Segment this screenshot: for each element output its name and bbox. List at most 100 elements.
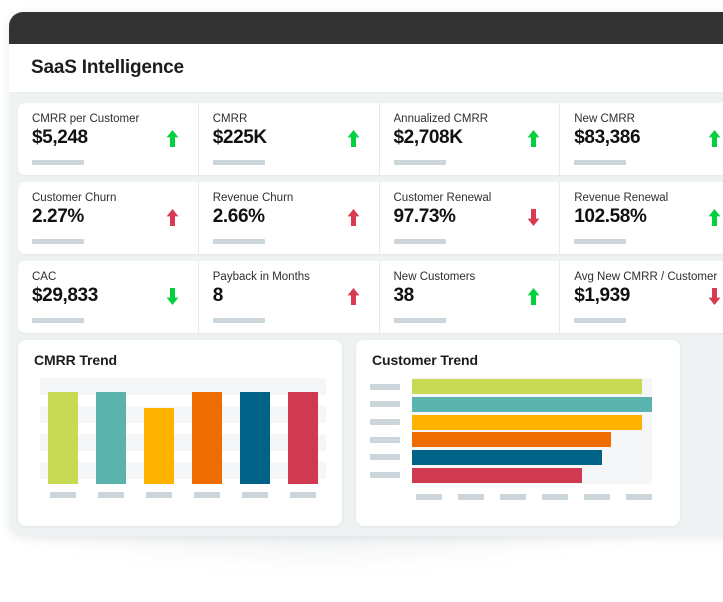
kpi-label: CAC xyxy=(32,271,57,283)
bar-row xyxy=(370,414,652,430)
axis-tick-label xyxy=(370,436,400,443)
customer-trend-bars xyxy=(370,378,652,484)
kpi-placeholder-bar xyxy=(32,239,84,244)
axis-tick-label xyxy=(240,492,270,498)
bar-slot xyxy=(96,378,126,484)
kpi-value-row: 97.73% xyxy=(394,206,546,228)
page-title: SaaS Intelligence xyxy=(31,57,184,78)
kpi-placeholder-bar xyxy=(574,160,627,165)
kpi-value-row: 8 xyxy=(213,285,365,307)
kpi-value-row: $5,248 xyxy=(32,127,184,149)
kpi-card[interactable]: Revenue Churn 2.66% xyxy=(197,182,379,254)
kpi-label: Annualized CMRR xyxy=(393,113,489,125)
dashboard-window: SaaS Intelligence CMRR per Customer $5,24… xyxy=(9,12,723,536)
kpi-value: $225K xyxy=(212,127,267,148)
axis-tick-label xyxy=(416,494,442,500)
trend-up-arrow-icon xyxy=(346,208,361,227)
kpi-value: 38 xyxy=(393,285,415,306)
bar[interactable] xyxy=(96,391,126,484)
customer-trend-axis-labels xyxy=(416,488,652,506)
kpi-label: CMRR per Customer xyxy=(32,113,140,125)
trend-down-arrow-icon xyxy=(165,287,180,306)
bar[interactable] xyxy=(240,391,270,484)
bar[interactable] xyxy=(192,391,222,484)
bar[interactable] xyxy=(288,391,318,484)
kpi-value-row: 38 xyxy=(394,285,546,307)
cmrr-trend-axis-labels xyxy=(40,487,326,503)
kpi-value: $29,833 xyxy=(32,285,98,306)
kpi-label: Revenue Renewal xyxy=(574,192,669,204)
kpi-placeholder-bar xyxy=(212,239,265,244)
kpi-value: $5,248 xyxy=(32,127,88,148)
kpi-placeholder-bar xyxy=(32,160,84,165)
kpi-label: Payback in Months xyxy=(212,271,310,283)
kpi-card[interactable]: Customer Renewal 97.73% xyxy=(378,182,560,254)
cmrr-trend-card: CMRR Trend xyxy=(18,340,342,526)
cmrr-trend-chart xyxy=(32,378,328,503)
kpi-value: 2.27% xyxy=(32,206,84,227)
axis-tick-label xyxy=(584,494,610,500)
trend-up-arrow-icon xyxy=(526,129,541,148)
bar-slot xyxy=(144,378,174,484)
bar[interactable] xyxy=(412,467,583,483)
kpi-card[interactable]: Annualized CMRR $2,708K xyxy=(378,103,560,175)
bar[interactable] xyxy=(412,449,602,465)
bar[interactable] xyxy=(412,379,643,395)
trend-up-arrow-icon xyxy=(346,287,361,306)
kpi-value: 2.66% xyxy=(212,206,265,227)
kpi-label: New CMRR xyxy=(574,113,635,125)
kpi-placeholder-bar xyxy=(393,239,446,244)
kpi-row: Customer Churn 2.27% Revenue Churn 2.66% Cus… xyxy=(18,182,723,254)
axis-tick-label xyxy=(192,492,222,498)
trend-down-arrow-icon xyxy=(707,287,722,306)
bar-row xyxy=(370,379,652,395)
bar-row xyxy=(370,432,652,448)
kpi-card[interactable]: Payback in Months 8 xyxy=(197,261,379,333)
axis-tick-label xyxy=(500,494,526,500)
kpi-placeholder-bar xyxy=(32,318,84,323)
kpi-placeholder-bar xyxy=(393,318,446,323)
kpi-value: $2,708K xyxy=(393,127,463,148)
kpi-placeholder-bar xyxy=(212,160,265,165)
kpi-placeholder-bar xyxy=(574,318,627,323)
axis-tick-label xyxy=(144,492,174,498)
charts-section: CMRR Trend Customer Trend xyxy=(18,340,723,526)
bar-row xyxy=(370,396,652,412)
bar[interactable] xyxy=(412,414,643,430)
kpi-card[interactable]: Avg New CMRR / Customer $1,939 xyxy=(559,261,723,333)
axis-tick-label xyxy=(288,492,318,498)
kpi-value: 8 xyxy=(212,285,224,306)
kpi-value-row: $29,833 xyxy=(32,285,184,307)
kpi-card[interactable]: CAC $29,833 xyxy=(18,261,198,333)
kpi-placeholder-bar xyxy=(393,160,446,165)
kpi-row: CMRR per Customer $5,248 CMRR $225K Annualiz… xyxy=(18,103,723,175)
axis-tick-label xyxy=(48,492,78,498)
kpi-card[interactable]: CMRR $225K xyxy=(197,103,379,175)
kpi-value-row: 2.66% xyxy=(213,206,365,228)
kpi-card[interactable]: Customer Churn 2.27% xyxy=(18,182,198,254)
bar[interactable] xyxy=(412,432,612,448)
kpi-placeholder-bar xyxy=(574,239,627,244)
kpi-value-row: $225K xyxy=(213,127,365,149)
customer-trend-chart xyxy=(370,378,666,506)
kpi-row: CAC $29,833 Payback in Months 8 New Customer… xyxy=(18,261,723,333)
bar[interactable] xyxy=(48,391,78,484)
kpi-card[interactable]: CMRR per Customer $5,248 xyxy=(18,103,198,175)
kpi-label: Customer Renewal xyxy=(393,192,492,204)
kpi-card[interactable]: New Customers 38 xyxy=(378,261,560,333)
bar-row xyxy=(370,467,652,483)
kpi-value-row: $1,939 xyxy=(574,285,723,307)
kpi-value: 97.73% xyxy=(393,206,456,227)
bar-slot xyxy=(240,378,270,484)
bar[interactable] xyxy=(144,407,174,484)
bar[interactable] xyxy=(412,396,652,412)
trend-up-arrow-icon xyxy=(526,287,541,306)
kpi-card[interactable]: Revenue Renewal 102.58% xyxy=(559,182,723,254)
bar-slot xyxy=(288,378,318,484)
kpi-value-row: $83,386 xyxy=(574,127,723,149)
kpi-label: New Customers xyxy=(393,271,476,283)
kpi-section: CMRR per Customer $5,248 CMRR $225K Annualiz… xyxy=(18,103,723,333)
kpi-card[interactable]: New CMRR $83,386 xyxy=(559,103,723,175)
axis-tick-label xyxy=(458,494,484,500)
kpi-value: $83,386 xyxy=(574,127,641,148)
